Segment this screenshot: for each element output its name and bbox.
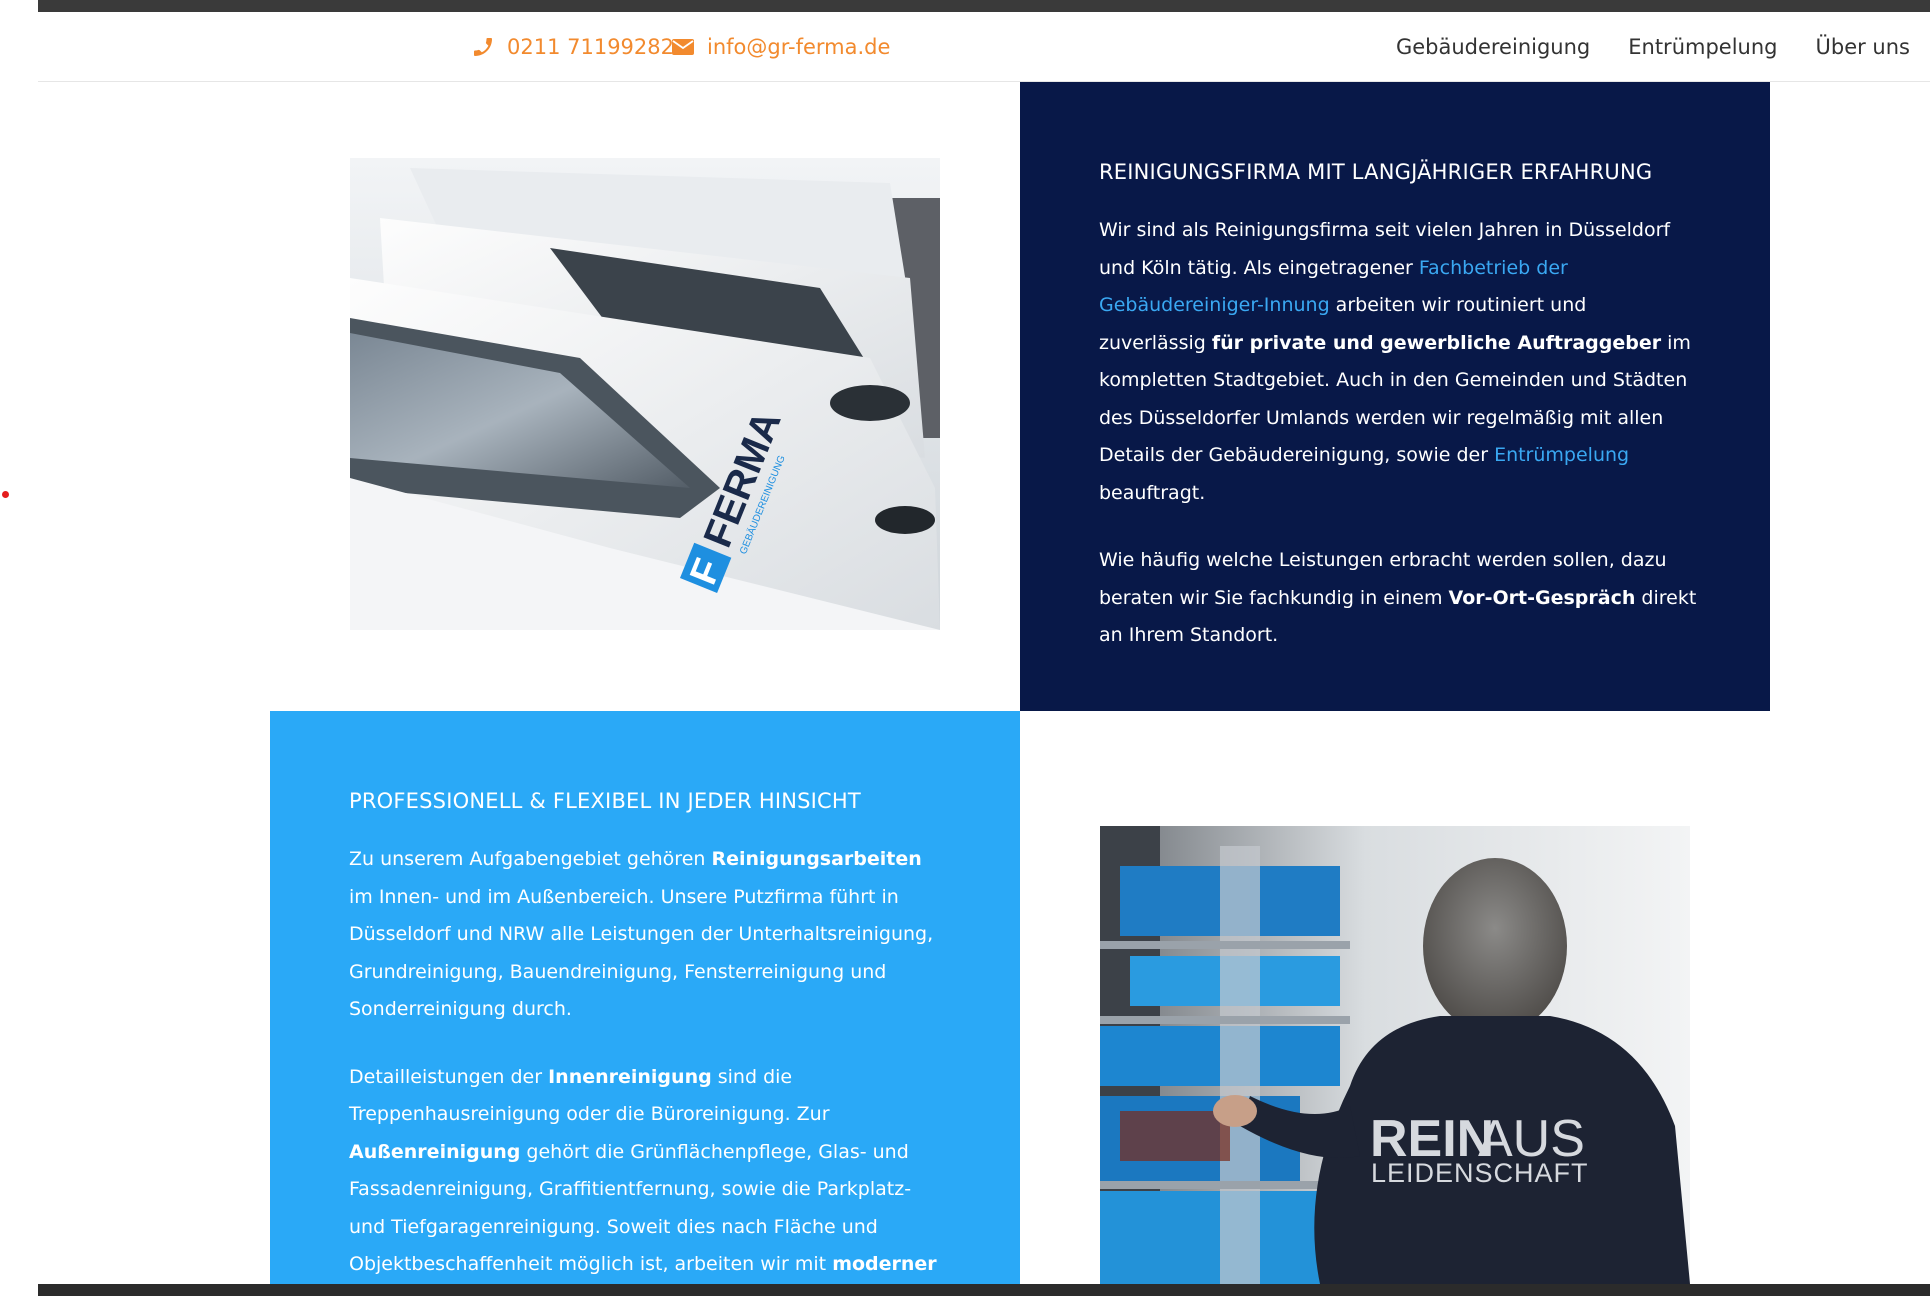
site-header: 0211 71199282 info@gr-ferma.de Gebäudere…: [38, 12, 1930, 82]
experience-panel: REINIGUNGSFIRMA MIT LANGJÄHRIGER ERFAHRU…: [1020, 82, 1770, 711]
main-nav: Gebäudereinigung Entrümpelung Über uns: [1396, 12, 1910, 81]
experience-paragraph-1: Wir sind als Reinigungsfirma seit vielen…: [1099, 219, 1691, 504]
envelope-icon: [672, 38, 694, 55]
experience-paragraph-2: Wie häufig welche Leistungen erbracht we…: [1099, 549, 1697, 646]
bottom-strip: [38, 1284, 1930, 1296]
nav-item-entruempelung[interactable]: Entrümpelung: [1628, 35, 1777, 59]
worker-image: REIN AUS LEIDENSCHAFT: [1100, 826, 1690, 1284]
flexible-title: PROFESSIONELL & FLEXIBEL IN JEDER HINSIC…: [349, 789, 861, 813]
nav-item-ueber-uns[interactable]: Über uns: [1816, 35, 1911, 59]
email-link[interactable]: info@gr-ferma.de: [671, 12, 890, 81]
flexible-paragraph-1: Zu unserem Aufgabengebiet gehören Reinig…: [349, 848, 934, 1020]
entruempelung-link[interactable]: Entrümpelung: [1494, 444, 1629, 466]
flexible-panel: PROFESSIONELL & FLEXIBEL IN JEDER HINSIC…: [270, 711, 1020, 1296]
phone-link[interactable]: 0211 71199282: [471, 12, 674, 81]
shirt-text-leidenschaft: LEIDENSCHAFT: [1371, 1158, 1589, 1188]
experience-title: REINIGUNGSFIRMA MIT LANGJÄHRIGER ERFAHRU…: [1099, 160, 1653, 184]
email-address: info@gr-ferma.de: [707, 34, 891, 59]
phone-icon: [474, 37, 492, 56]
company-cars-image: F FERMA GEBÄUDEREINIGUNG: [350, 158, 940, 630]
browser-top-strip: [38, 0, 1930, 12]
nav-item-gebaeudereinigung[interactable]: Gebäudereinigung: [1396, 35, 1590, 59]
flexible-paragraph-2: Detailleistungen der Innenreinigung sind…: [349, 1065, 937, 1276]
red-dot-marker: [2, 491, 9, 498]
phone-number: 0211 71199282: [507, 34, 675, 59]
